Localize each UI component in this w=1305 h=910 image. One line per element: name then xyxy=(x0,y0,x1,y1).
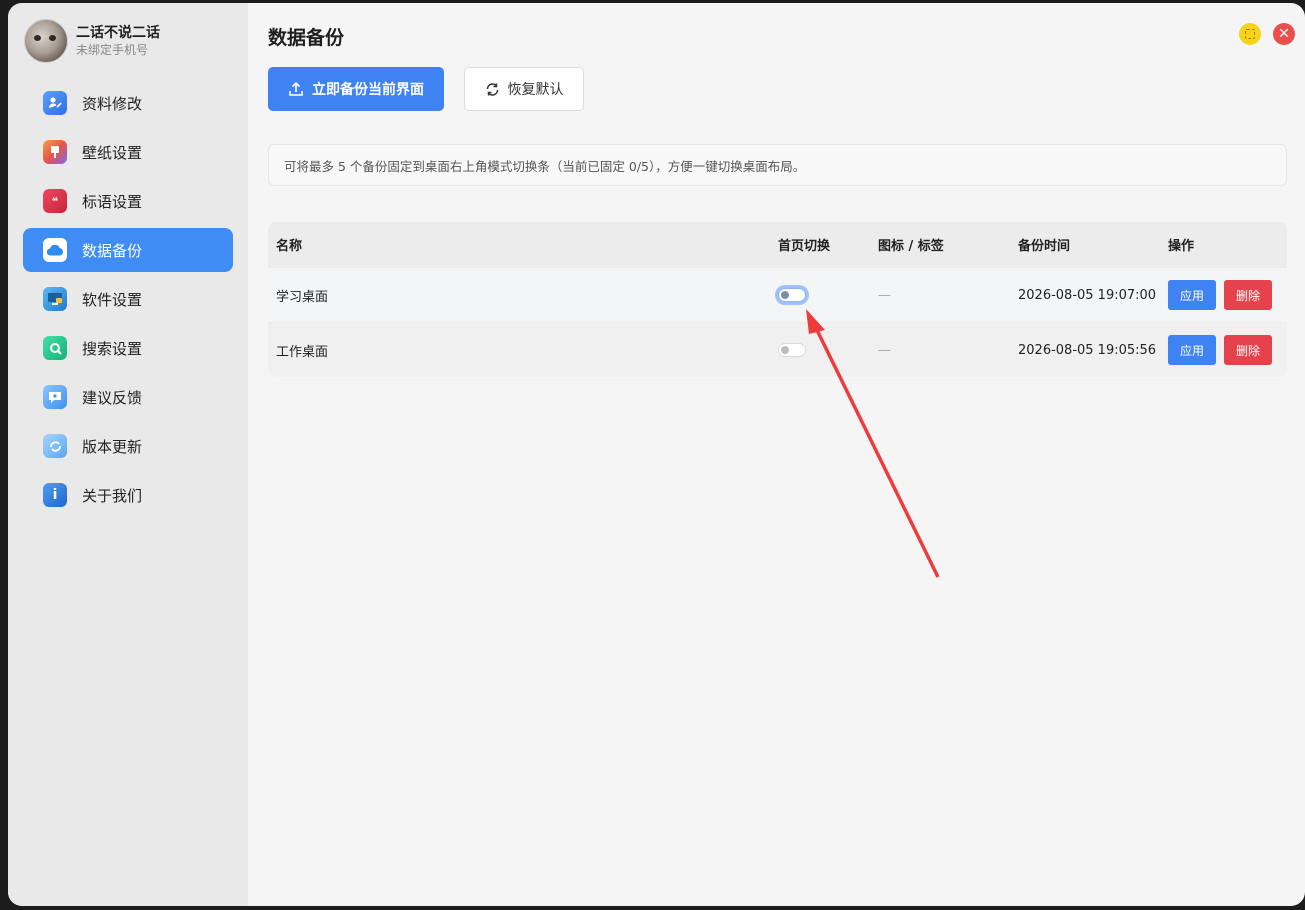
feedback-icon xyxy=(43,385,67,409)
restore-default-label: 恢复默认 xyxy=(507,82,564,98)
sidebar-item-label: 资料修改 xyxy=(82,94,143,113)
col-name-header: 名称 xyxy=(276,239,303,254)
sidebar-item-label: 版本更新 xyxy=(82,437,143,456)
delete-button[interactable]: 删除 xyxy=(1224,335,1272,365)
sidebar-item-slogan[interactable]: ❝ 标语设置 xyxy=(23,179,233,223)
refresh-icon xyxy=(485,82,500,97)
sidebar: 二话不说二话 未绑定手机号 资料修改 壁纸设置 ❝ 标语设置 数据备份 软件设置… xyxy=(8,3,248,906)
profile-info: 二话不说二话 未绑定手机号 xyxy=(76,24,160,59)
table-row: 学习桌面 — 2026-08-05 19:07:00 应用 删除 xyxy=(268,267,1287,322)
avatar[interactable] xyxy=(24,19,68,63)
toggle-cell xyxy=(778,288,878,302)
sidebar-item-wallpaper[interactable]: 壁纸设置 xyxy=(23,130,233,174)
toggle-cell xyxy=(778,343,878,357)
sidebar-item-about[interactable]: i 关于我们 xyxy=(23,473,233,517)
backup-now-button[interactable]: 立即备份当前界面 xyxy=(268,67,444,111)
maximize-button[interactable] xyxy=(1239,23,1261,45)
apply-button[interactable]: 应用 xyxy=(1168,280,1216,310)
sidebar-item-version-update[interactable]: 版本更新 xyxy=(23,424,233,468)
table-row: 工作桌面 — 2026-08-05 19:05:56 应用 删除 xyxy=(268,322,1287,377)
sidebar-item-software-settings[interactable]: 软件设置 xyxy=(23,277,233,321)
main-content: 数据备份 ✕ 立即备份当前界面 恢复默认 可将最多 5 个备份固定到桌面右上角模… xyxy=(248,3,1305,906)
wallpaper-icon xyxy=(43,140,67,164)
sidebar-item-data-backup[interactable]: 数据备份 xyxy=(23,228,233,272)
info-icon: i xyxy=(43,483,67,507)
table-header: 名称 首页切换 图标 / 标签 备份时间 操作 xyxy=(268,222,1287,267)
sidebar-item-label: 数据备份 xyxy=(82,241,143,260)
backup-name: 学习桌面 xyxy=(276,289,329,305)
close-button[interactable]: ✕ xyxy=(1273,23,1295,45)
sidebar-item-profile-edit[interactable]: 资料修改 xyxy=(23,81,233,125)
sidebar-item-label: 软件设置 xyxy=(82,290,143,309)
close-icon: ✕ xyxy=(1278,26,1290,42)
user-name: 二话不说二话 xyxy=(76,24,160,41)
icon-label-cell: — xyxy=(878,287,891,303)
maximize-icon xyxy=(1245,29,1255,39)
sidebar-item-search-settings[interactable]: 搜索设置 xyxy=(23,326,233,370)
page-title: 数据备份 xyxy=(268,27,345,49)
user-profile[interactable]: 二话不说二话 未绑定手机号 xyxy=(24,18,160,64)
pin-notice: 可将最多 5 个备份固定到桌面右上角模式切换条（当前已固定 0/5），方便一键切… xyxy=(268,144,1287,186)
icon-label-cell: — xyxy=(878,342,891,358)
col-time-header: 备份时间 xyxy=(1018,239,1071,254)
search-icon xyxy=(43,336,67,360)
upload-icon xyxy=(288,81,304,97)
sidebar-item-label: 壁纸设置 xyxy=(82,143,143,162)
toggle-knob xyxy=(781,346,789,354)
delete-button[interactable]: 删除 xyxy=(1224,280,1272,310)
col-ops-header: 操作 xyxy=(1168,239,1195,254)
cloud-icon xyxy=(43,238,67,262)
app-window: 二话不说二话 未绑定手机号 资料修改 壁纸设置 ❝ 标语设置 数据备份 软件设置… xyxy=(8,3,1305,906)
col-icon-header: 图标 / 标签 xyxy=(878,239,944,254)
backup-table: 名称 首页切换 图标 / 标签 备份时间 操作 学习桌面 — 2026-08-0… xyxy=(268,222,1287,377)
sidebar-item-label: 搜索设置 xyxy=(82,339,143,358)
ops-cell: 应用 删除 xyxy=(1168,335,1287,365)
phone-status: 未绑定手机号 xyxy=(76,42,149,57)
apply-button[interactable]: 应用 xyxy=(1168,335,1216,365)
backup-time: 2026-08-05 19:05:56 xyxy=(1018,342,1157,358)
homepage-switch-toggle[interactable] xyxy=(778,343,806,357)
sidebar-nav: 资料修改 壁纸设置 ❝ 标语设置 数据备份 软件设置 搜索设置 建议反馈 版本更… xyxy=(23,81,233,522)
sidebar-item-label: 建议反馈 xyxy=(82,388,143,407)
ops-cell: 应用 删除 xyxy=(1168,280,1287,310)
sidebar-item-feedback[interactable]: 建议反馈 xyxy=(23,375,233,419)
sidebar-item-label: 标语设置 xyxy=(82,192,143,211)
profile-edit-icon xyxy=(43,91,67,115)
backup-time: 2026-08-05 19:07:00 xyxy=(1018,287,1157,303)
monitor-icon xyxy=(43,287,67,311)
quote-icon: ❝ xyxy=(43,189,67,213)
update-icon xyxy=(43,434,67,458)
col-toggle-header: 首页切换 xyxy=(778,239,831,254)
homepage-switch-toggle[interactable] xyxy=(778,288,806,302)
backup-now-label: 立即备份当前界面 xyxy=(312,82,424,98)
sidebar-item-label: 关于我们 xyxy=(82,486,143,505)
backup-name: 工作桌面 xyxy=(276,344,329,360)
toggle-knob xyxy=(781,291,789,299)
restore-default-button[interactable]: 恢复默认 xyxy=(464,67,584,111)
